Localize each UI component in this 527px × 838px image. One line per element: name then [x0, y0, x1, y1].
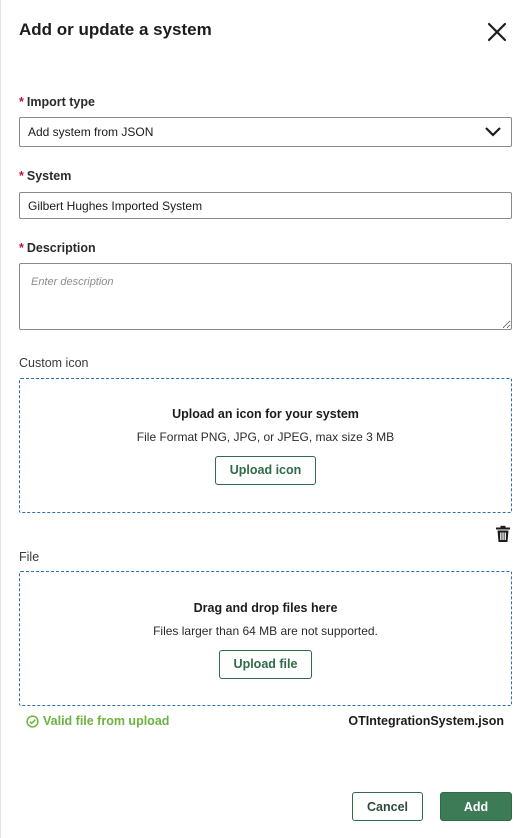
- system-input[interactable]: [19, 192, 512, 219]
- custom-icon-label: Custom icon: [19, 356, 89, 370]
- valid-file-status: Valid file from upload: [26, 714, 169, 728]
- upload-file-button[interactable]: Upload file: [218, 650, 313, 679]
- add-system-dialog: Add or update a system * Import type Add …: [0, 0, 527, 838]
- file-dropzone-subtitle: Files larger than 64 MB are not supporte…: [153, 624, 378, 638]
- cancel-button[interactable]: Cancel: [352, 792, 423, 821]
- file-dropzone[interactable]: Drag and drop files here Files larger th…: [19, 571, 512, 706]
- icon-dropzone[interactable]: Upload an icon for your system File Form…: [19, 378, 512, 513]
- dialog-title: Add or update a system: [19, 20, 212, 39]
- close-icon[interactable]: [485, 20, 509, 44]
- required-asterisk: *: [19, 241, 24, 255]
- valid-file-text: Valid file from upload: [43, 714, 170, 728]
- import-type-select[interactable]: Add system from JSON: [19, 117, 512, 147]
- upload-icon-button[interactable]: Upload icon: [214, 456, 317, 485]
- system-label: * System: [19, 169, 72, 183]
- description-textarea[interactable]: [19, 263, 512, 330]
- import-type-label: * Import type: [19, 95, 95, 109]
- file-label: File: [19, 550, 40, 564]
- icon-dropzone-title: Upload an icon for your system: [172, 407, 359, 421]
- chevron-down-icon: [485, 127, 501, 137]
- import-type-value: Add system from JSON: [28, 125, 154, 139]
- icon-dropzone-subtitle: File Format PNG, JPG, or JPEG, max size …: [136, 430, 395, 444]
- trash-icon[interactable]: [494, 525, 512, 543]
- required-asterisk: *: [19, 169, 24, 183]
- description-label: * Description: [19, 241, 96, 255]
- check-circle-icon: [26, 714, 39, 728]
- add-button[interactable]: Add: [440, 792, 512, 821]
- required-asterisk: *: [19, 95, 24, 109]
- uploaded-filename: OTIntegrationSystem.json: [348, 714, 504, 728]
- file-dropzone-title: Drag and drop files here: [193, 601, 338, 615]
